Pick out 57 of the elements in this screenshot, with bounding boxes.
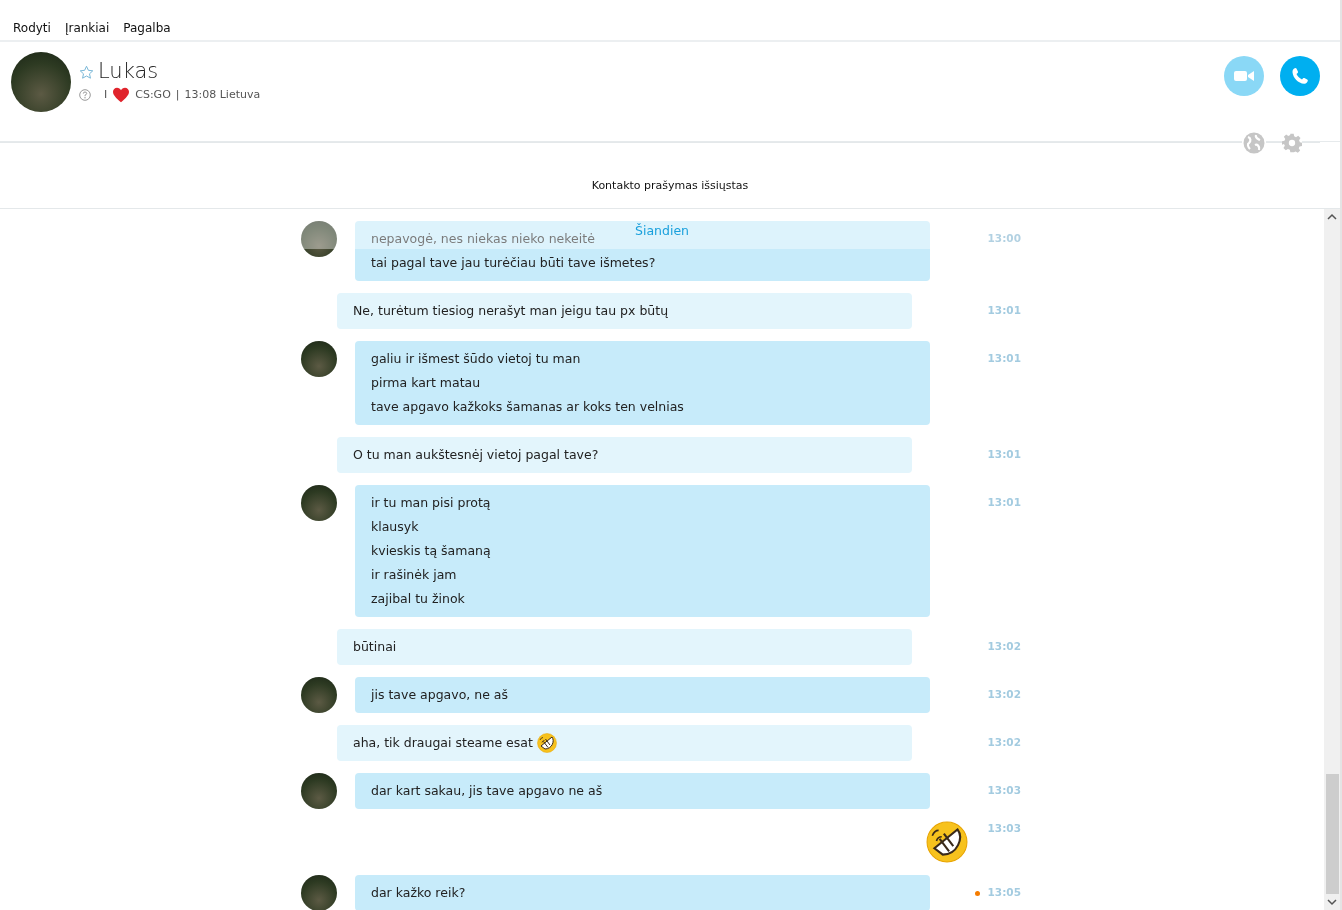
message-time: 13:02: [987, 735, 1021, 751]
contact-avatar: [301, 773, 337, 809]
local-time: 13:08 Lietuva: [184, 87, 261, 104]
message-time: 13:01: [987, 447, 1021, 463]
message-text: O tu man aukštesnėj vietoj pagal tave?: [353, 446, 599, 464]
star-icon[interactable]: [79, 64, 94, 80]
scroll-down-icon[interactable]: [1327, 898, 1337, 906]
message-time: 13:01: [987, 495, 1021, 511]
message-text: tave apgavo kažkoks šamanas ar koks ten velnias: [371, 398, 684, 416]
contact-avatar: [301, 485, 337, 521]
contact-avatar: [301, 875, 337, 910]
menu-item[interactable]: Rodyti: [13, 19, 51, 37]
settings-icon[interactable]: [1282, 133, 1302, 153]
message-text: Ne, turėtum tiesiog nerašyt man jeigu tau px būtų: [353, 302, 669, 320]
heart-icon: [112, 87, 131, 104]
phone-icon: [1290, 66, 1310, 86]
message-time: 13:01: [987, 351, 1021, 367]
message-text: tai pagal tave jau turėčiau būti tave išmetes?: [371, 254, 656, 272]
message-time: 13:03: [987, 783, 1021, 799]
contact-avatar[interactable]: [11, 52, 71, 112]
menu-item[interactable]: Įrankiai: [64, 19, 110, 37]
call-button[interactable]: [1280, 56, 1320, 96]
message-text: pirma kart matau: [371, 374, 481, 392]
laughing-emoji-icon: [925, 821, 968, 863]
video-camera-icon: [1233, 69, 1255, 83]
message-text: aha, tik draugai steame esat: [353, 734, 533, 752]
menu-item[interactable]: Pagalba: [123, 19, 171, 37]
scroll-up-icon[interactable]: [1327, 213, 1337, 221]
message-text: jis tave apgavo, ne aš: [371, 686, 508, 704]
message-text: nepavogė, nes niekas nieko nekeitė: [371, 230, 595, 248]
globe-icon[interactable]: [1242, 131, 1266, 155]
contact-name: Lukas: [98, 60, 159, 84]
contact-request-notice: Kontakto prašymas išsiųstas: [591, 178, 749, 195]
mood-text: CS:GO: [135, 87, 171, 104]
contact-avatar: [301, 341, 337, 377]
message-time: 13:00: [987, 231, 1021, 247]
scrollbar-thumb[interactable]: [1325, 774, 1339, 894]
separator-text: |: [175, 87, 180, 104]
message-text: dar kažko reik?: [371, 884, 466, 902]
message-text: kvieskis tą šamaną: [371, 542, 491, 560]
help-icon[interactable]: [79, 89, 91, 102]
message-text: ir tu man pisi protą: [371, 494, 491, 512]
contact-avatar: [301, 221, 337, 257]
message-text: zajibal tu žinok: [371, 590, 465, 608]
message-time: 13:02: [987, 639, 1021, 655]
message-text: klausyk: [371, 518, 419, 536]
contact-avatar: [301, 677, 337, 713]
message-text: dar kart sakau, jis tave apgavo ne aš: [371, 782, 603, 800]
message-time: 13:03: [987, 821, 1021, 836]
message-text: galiu ir išmest šūdo vietoj tu man: [371, 350, 581, 368]
message-time: 13:05: [987, 885, 1021, 901]
mood-text: I: [104, 87, 108, 104]
message-text: ir rašinėk jam: [371, 566, 457, 584]
message-text: būtinai: [353, 638, 397, 656]
date-divider: Šiandien: [635, 222, 689, 240]
message-time: 13:01: [987, 303, 1021, 319]
message-time: 13:02: [987, 687, 1021, 703]
